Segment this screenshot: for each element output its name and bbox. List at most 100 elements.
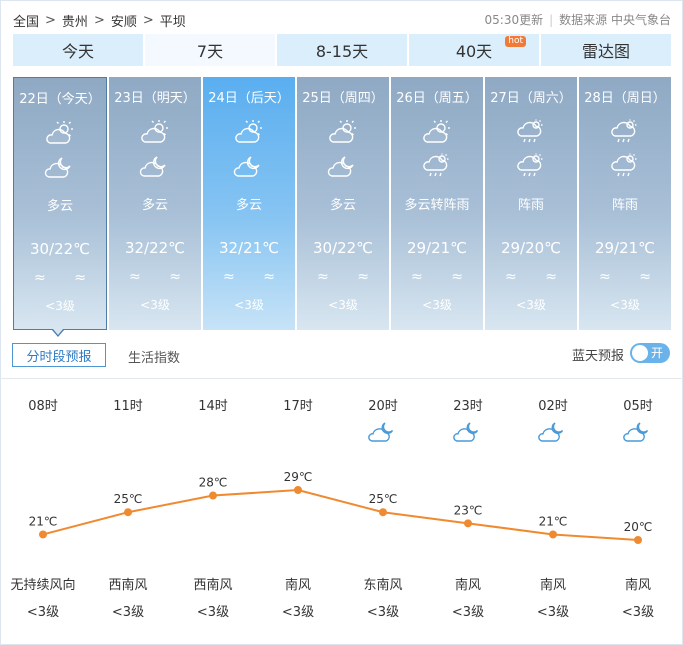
temperature-point (39, 530, 47, 539)
day-condition: 多云 (46, 199, 73, 214)
update-meta: 05:30更新 | 数据来源 中央气象台 (485, 11, 671, 28)
temperature-label: 23℃ (454, 503, 483, 517)
blue-sky-toggle[interactable]: 开 (630, 343, 670, 363)
tab-8-15-days[interactable]: 8-15天 (277, 34, 407, 66)
hour-time: 14时 (198, 399, 228, 414)
wind-icon: ≈ ≈ (411, 269, 475, 285)
hour-wind-level: <3级 (26, 605, 60, 620)
day-temperature: 30/22℃ (312, 239, 374, 257)
tab-40-days[interactable]: 40天 hot (409, 34, 539, 66)
temperature-label: 21℃ (29, 514, 58, 528)
temperature-label: 29℃ (284, 470, 313, 484)
partly-cloudy-night-icon (453, 420, 483, 444)
tab-label: 8-15天 (315, 42, 369, 61)
hour-wind-level: <3级 (451, 605, 485, 620)
day-condition: 多云 (141, 198, 168, 213)
hour-wind-level: <3级 (621, 605, 655, 620)
wind-icon: ≈ ≈ (34, 270, 98, 286)
wind-icon: ≈ ≈ (223, 269, 287, 285)
forecast-tabs: 今天 7天 8-15天 40天 hot 雷达图 (13, 34, 671, 66)
partly-cloudy-day-icon (233, 119, 265, 145)
day-date: 22日（今天） (19, 92, 101, 107)
tab-today[interactable]: 今天 (13, 34, 143, 66)
partly-cloudy-day-icon (421, 119, 453, 145)
temperature-point (124, 508, 132, 517)
day-card[interactable]: 27日（周六） 阵雨 29/20℃ ≈ ≈ <3级 (485, 77, 577, 330)
hour-time: 20时 (368, 399, 398, 414)
shower-icon (515, 153, 547, 179)
tab-life-index[interactable]: 生活指数 (128, 347, 180, 366)
shower-icon (609, 119, 641, 145)
day-card[interactable]: 24日（后天） 多云 32/21℃ ≈ ≈ <3级 (203, 77, 295, 330)
temperature-label: 25℃ (369, 492, 398, 506)
hour-wind-level: <3级 (111, 605, 145, 620)
wind-icon: ≈ ≈ (317, 269, 381, 285)
partly-cloudy-day-icon (139, 119, 171, 145)
hot-badge: hot (505, 36, 526, 47)
wind-level: <3级 (422, 298, 452, 312)
breadcrumb-item-country[interactable]: 全国 (13, 11, 39, 30)
wind-icon: ≈ ≈ (505, 269, 569, 285)
wind-icon: ≈ ≈ (599, 269, 663, 285)
day-card[interactable]: 26日（周五） 多云转阵雨 29/21℃ ≈ ≈ <3级 (391, 77, 483, 330)
tab-hourly-forecast[interactable]: 分时段预报 (12, 343, 106, 367)
day-temperature: 30/22℃ (29, 240, 91, 258)
tab-7-days[interactable]: 7天 (145, 34, 275, 66)
shower-icon (609, 153, 641, 179)
wind-level: <3级 (516, 298, 546, 312)
partly-cloudy-night-icon (538, 420, 568, 444)
day-card[interactable]: 25日（周四） 多云 30/22℃ ≈ ≈ <3级 (297, 77, 389, 330)
partly-cloudy-day-icon (44, 120, 76, 146)
shower-icon (421, 153, 453, 179)
partly-cloudy-night-icon (327, 153, 359, 179)
hour-time: 11时 (113, 399, 143, 414)
temperature-point (464, 519, 472, 528)
day-date: 26日（周五） (396, 91, 478, 106)
breadcrumb-separator: > (45, 12, 56, 28)
hour-wind-level: <3级 (281, 605, 315, 620)
partly-cloudy-night-icon (44, 154, 76, 180)
hour-wind-level: <3级 (196, 605, 230, 620)
day-temperature: 29/21℃ (594, 239, 656, 257)
day-card[interactable]: 28日（周日） 阵雨 29/21℃ ≈ ≈ <3级 (579, 77, 671, 330)
hour-wind-level: <3级 (366, 605, 400, 620)
hour-wind-direction: 无持续风向 (10, 578, 76, 593)
hour-time: 23时 (453, 399, 483, 414)
hour-wind-direction: 南风 (539, 578, 566, 593)
update-time: 05:30更新 (484, 13, 544, 27)
temperature-line-chart: 21℃ 25℃ 28℃ 29℃ 25℃ 23℃ 21℃ 20℃ (29, 470, 652, 544)
day-date: 27日（周六） (490, 91, 572, 106)
hour-wind-direction: 西南风 (193, 578, 233, 593)
temperature-label: 25℃ (114, 492, 143, 506)
partly-cloudy-night-icon (368, 420, 398, 444)
partly-cloudy-night-icon (233, 153, 265, 179)
day-date: 24日（后天） (208, 91, 290, 106)
day-condition: 多云转阵雨 (404, 198, 470, 213)
partly-cloudy-day-icon (327, 119, 359, 145)
day-card[interactable]: 23日（明天） 多云 32/22℃ ≈ ≈ <3级 (109, 77, 201, 330)
shower-icon (515, 119, 547, 145)
breadcrumb-item-province[interactable]: 贵州 (62, 11, 88, 30)
hour-wind-direction: 西南风 (108, 578, 148, 593)
breadcrumb-item-city[interactable]: 安顺 (111, 11, 137, 30)
hour-time: 08时 (28, 399, 58, 414)
tab-radar[interactable]: 雷达图 (541, 34, 671, 66)
hour-wind-direction: 南风 (284, 578, 311, 593)
day-condition: 阵雨 (517, 198, 544, 213)
section-divider (0, 378, 683, 379)
tab-label: 雷达图 (581, 42, 630, 61)
day-condition: 多云 (235, 198, 262, 213)
toggle-knob (632, 345, 648, 361)
wind-level: <3级 (45, 299, 75, 313)
wind-level: <3级 (328, 298, 358, 312)
hour-time: 17时 (283, 399, 313, 414)
day-date: 23日（明天） (114, 91, 196, 106)
day-temperature: 29/20℃ (500, 239, 562, 257)
selected-day-pointer (52, 329, 64, 337)
hour-wind-direction: 南风 (624, 578, 651, 593)
temperature-point (634, 536, 642, 544)
temperature-point (549, 530, 557, 539)
day-card[interactable]: 22日（今天） 多云 30/22℃ ≈ ≈ <3级 (13, 77, 107, 330)
temperature-label: 21℃ (539, 514, 568, 528)
partly-cloudy-night-icon (623, 420, 653, 444)
